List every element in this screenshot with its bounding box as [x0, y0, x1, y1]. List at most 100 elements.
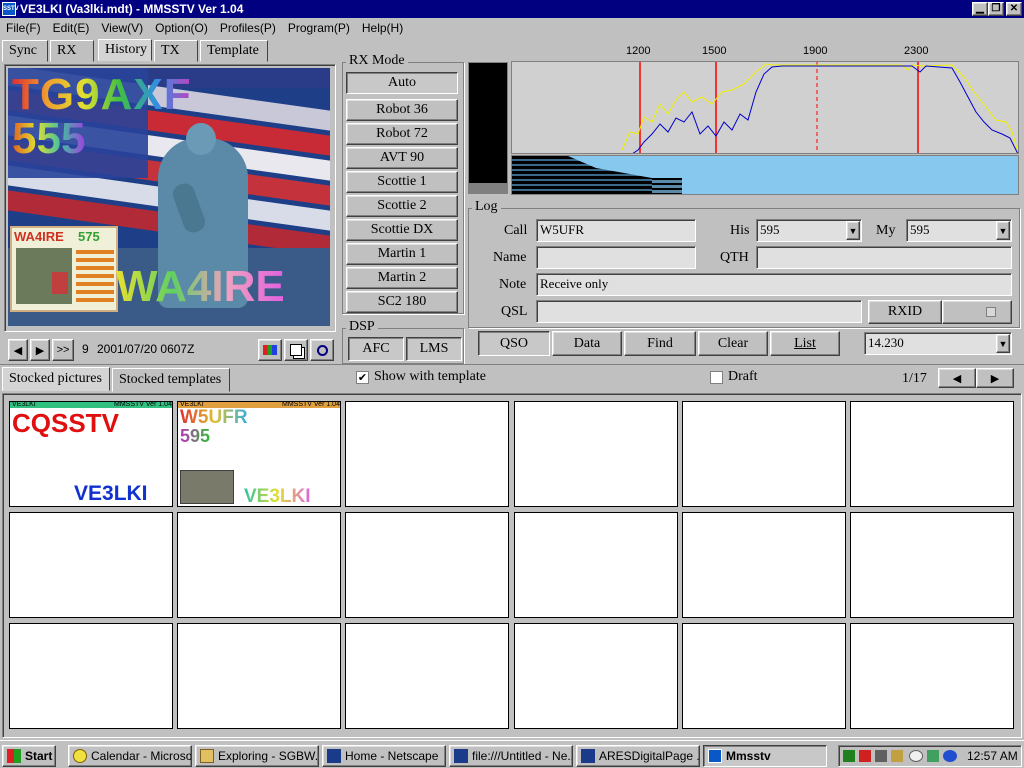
stock-cell-8[interactable]	[177, 512, 341, 618]
stock-cell-10[interactable]	[514, 512, 678, 618]
tray-icon-mouse[interactable]	[909, 750, 923, 762]
qsl-field[interactable]	[536, 300, 862, 323]
thumb-report: 595	[180, 426, 211, 446]
stock-cell-11[interactable]	[682, 512, 846, 618]
close-button[interactable]: ✕	[1006, 2, 1022, 16]
find-button[interactable]: Find	[624, 331, 696, 356]
history-last-button[interactable]: >>	[52, 339, 74, 361]
tray-icon-mail[interactable]	[859, 750, 871, 762]
stock-cell-9[interactable]	[345, 512, 509, 618]
tray-icon-monitor[interactable]	[843, 750, 855, 762]
his-report-combo[interactable]: 595 ▼	[756, 219, 862, 242]
list-button[interactable]: List	[770, 331, 840, 356]
menu-file[interactable]: File(F)	[0, 21, 47, 35]
stock-cell-4[interactable]	[514, 401, 678, 507]
menu-edit[interactable]: Edit(E)	[47, 21, 96, 35]
zoom-button[interactable]	[310, 339, 334, 361]
show-with-template-checkbox[interactable]: ✔	[356, 371, 369, 384]
tray-icon-network[interactable]	[875, 750, 887, 762]
menu-view[interactable]: View(V)	[95, 21, 149, 35]
history-prev-button[interactable]: ◀	[8, 339, 28, 361]
qth-field[interactable]	[756, 246, 1012, 269]
mode-robot36-button[interactable]: Robot 36	[346, 99, 458, 121]
mode-label: Scottie DX	[370, 222, 434, 237]
tab-stocked-pictures[interactable]: Stocked pictures	[2, 367, 110, 391]
chevron-down-icon[interactable]: ▼	[996, 334, 1010, 353]
menu-option[interactable]: Option(O)	[149, 21, 214, 35]
stock-cell-6[interactable]	[850, 401, 1014, 507]
stock-cell-7[interactable]	[9, 512, 173, 618]
menu-profiles[interactable]: Profiles(P)	[214, 21, 282, 35]
freq-tick-1900: 1900	[803, 45, 828, 57]
task-aresdigitalpage[interactable]: ARESDigitalPage ...	[576, 745, 700, 767]
afc-button[interactable]: AFC	[348, 337, 404, 361]
clear-button[interactable]: Clear	[698, 331, 768, 356]
history-next-button[interactable]: ▶	[30, 339, 50, 361]
spectrum-display[interactable]	[511, 61, 1019, 154]
stock-cell-2[interactable]: VE3LKI MMSSTV Ver 1.04 W5UFR 595 VE3LKI	[177, 401, 341, 507]
mode-scottie2-button[interactable]: Scottie 2	[346, 195, 458, 217]
mode-scottie1-button[interactable]: Scottie 1	[346, 171, 458, 193]
mode-auto-button[interactable]: Auto	[346, 72, 458, 94]
tray-icon-speaker[interactable]	[891, 750, 903, 762]
rxid-button[interactable]: RXID	[868, 300, 942, 324]
thumb-photo	[180, 470, 234, 504]
task-netscape-home[interactable]: Home - Netscape	[322, 745, 446, 767]
my-report-combo[interactable]: 595 ▼	[906, 219, 1012, 242]
start-button[interactable]: Start	[2, 745, 56, 767]
qth-label: QTH	[720, 250, 749, 265]
stock-cell-16[interactable]	[514, 623, 678, 729]
copy-button[interactable]	[284, 339, 308, 361]
maximize-button[interactable]: ❐	[988, 2, 1004, 16]
stock-cell-13[interactable]	[9, 623, 173, 729]
stock-cell-14[interactable]	[177, 623, 341, 729]
note-field[interactable]: Receive only	[536, 273, 1012, 296]
chevron-down-icon[interactable]: ▼	[846, 221, 860, 240]
tab-history[interactable]: History	[98, 39, 152, 61]
tab-sync[interactable]: Sync	[2, 40, 48, 62]
page-prev-button[interactable]: ◀	[938, 368, 976, 388]
mode-martin2-button[interactable]: Martin 2	[346, 267, 458, 289]
stock-cell-15[interactable]	[345, 623, 509, 729]
mode-sc2180-button[interactable]: SC2 180	[346, 291, 458, 313]
minimize-button[interactable]: ▁	[972, 2, 988, 16]
chevron-down-icon[interactable]: ▼	[996, 221, 1010, 240]
task-calendar[interactable]: Calendar - Microsof...	[68, 745, 192, 767]
stock-cell-18[interactable]	[850, 623, 1014, 729]
page-next-button[interactable]: ▶	[976, 368, 1014, 388]
clock[interactable]: 12:57 AM	[967, 749, 1018, 763]
menu-program[interactable]: Program(P)	[282, 21, 356, 35]
frequency-combo[interactable]: 14.230 ▼	[864, 332, 1012, 355]
menu-help[interactable]: Help(H)	[356, 21, 409, 35]
tab-stocked-templates[interactable]: Stocked templates	[112, 368, 230, 392]
received-picture[interactable]: TG9AXF 555 WA4IRE 575 WA4IRE	[8, 68, 330, 326]
tab-template[interactable]: Template	[200, 40, 268, 62]
lms-button[interactable]: LMS	[406, 337, 462, 361]
data-button[interactable]: Data	[552, 331, 622, 356]
stock-cell-3[interactable]	[345, 401, 509, 507]
waterfall-display[interactable]	[511, 155, 1019, 195]
task-exploring[interactable]: Exploring - SGBW...	[195, 745, 319, 767]
mode-robot72-button[interactable]: Robot 72	[346, 123, 458, 145]
tray-icon-app[interactable]	[927, 750, 939, 762]
stock-cell-12[interactable]	[850, 512, 1014, 618]
stock-cell-17[interactable]	[682, 623, 846, 729]
name-field[interactable]	[536, 246, 696, 269]
mode-label: SC2 180	[377, 294, 427, 309]
call-field[interactable]: W5UFR	[536, 219, 696, 242]
stock-cell-1[interactable]: VE3LKI MMSSTV Ver 1.04 CQSSTV VE3LKI	[9, 401, 173, 507]
tray-icon-globe[interactable]	[943, 750, 957, 762]
his-report-value: 595	[760, 222, 780, 237]
stock-cell-5[interactable]	[682, 401, 846, 507]
next-arrow-icon: ▶	[35, 344, 45, 357]
task-mmsstv[interactable]: Mmsstv	[703, 745, 827, 767]
mode-scottiedx-button[interactable]: Scottie DX	[346, 219, 458, 241]
tab-tx[interactable]: TX	[154, 40, 198, 62]
qso-button[interactable]: QSO	[478, 331, 550, 356]
color-bars-button[interactable]	[258, 339, 282, 361]
mode-martin1-button[interactable]: Martin 1	[346, 243, 458, 265]
draft-checkbox[interactable]	[710, 371, 723, 384]
mode-avt90-button[interactable]: AVT 90	[346, 147, 458, 169]
task-netscape-untitled[interactable]: file:///Untitled - Ne...	[449, 745, 573, 767]
tab-rx[interactable]: RX	[50, 40, 94, 62]
